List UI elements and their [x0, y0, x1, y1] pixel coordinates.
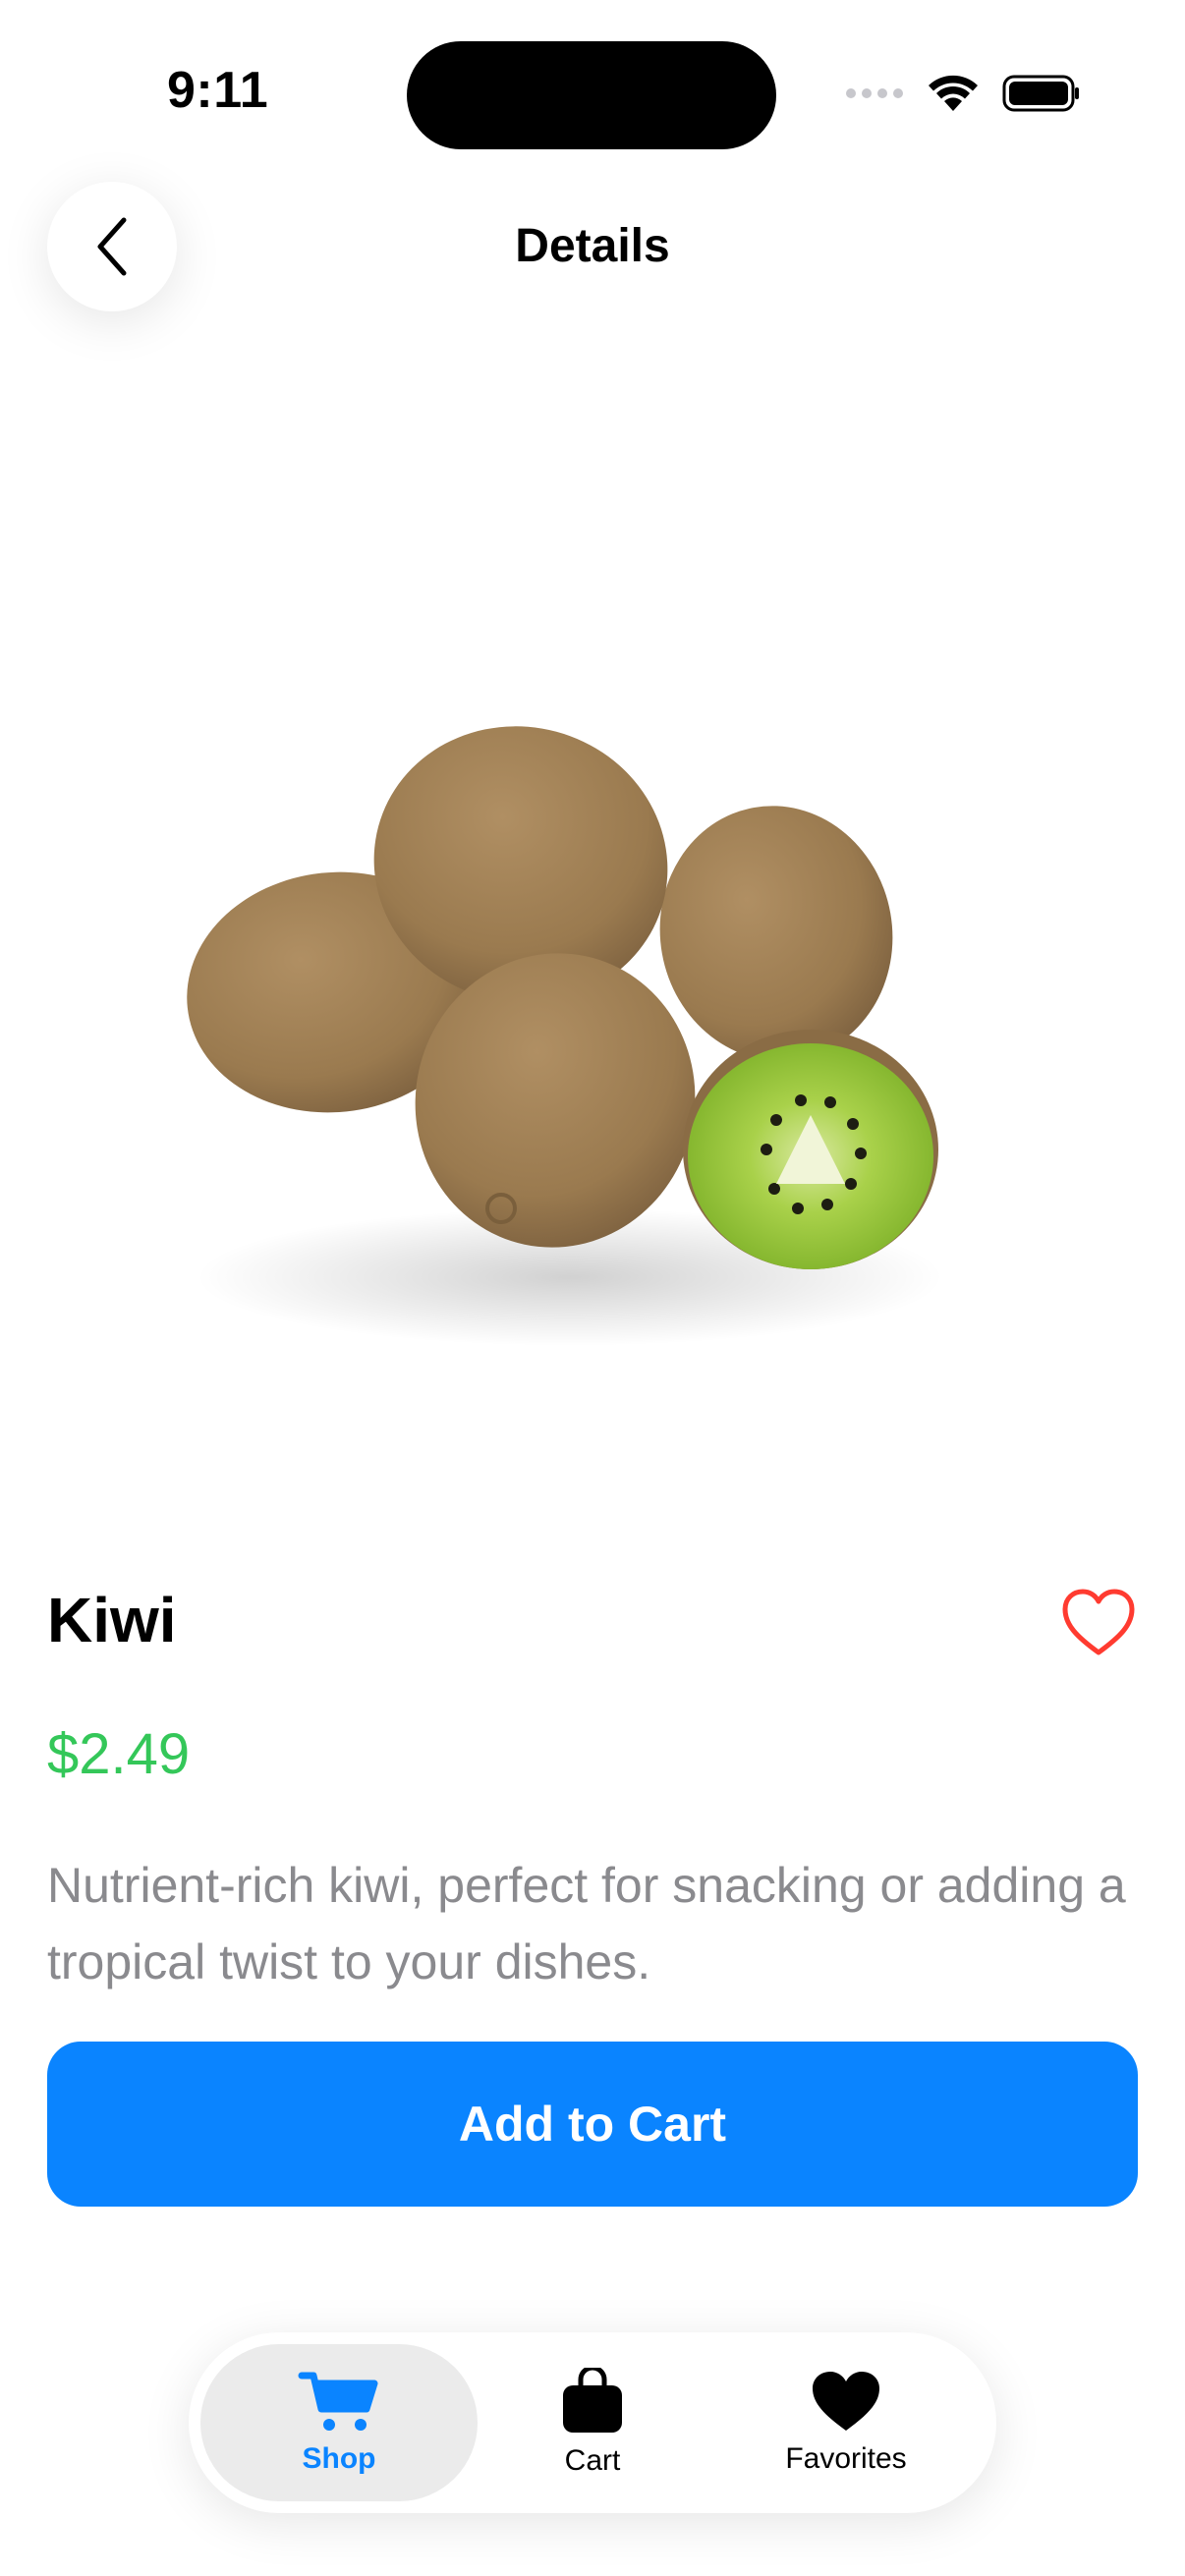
wifi-icon [929, 75, 978, 111]
product-price: $2.49 [47, 1722, 191, 1786]
kiwi-fruit-image [187, 726, 943, 1346]
tab-cart[interactable]: Cart [454, 2344, 731, 2501]
tab-shop[interactable]: Shop [200, 2344, 478, 2501]
status-indicators [845, 69, 1081, 118]
tab-label-shop: Shop [302, 2442, 376, 2475]
product-name: Kiwi [47, 1585, 177, 1655]
favorite-button[interactable] [1059, 1584, 1138, 1662]
battery-icon [1002, 75, 1079, 112]
tab-bar: Shop Cart Favorites [189, 2332, 996, 2513]
status-bar: 9:11 [0, 0, 1185, 187]
cart-icon [298, 2372, 378, 2431]
dynamic-island [407, 41, 776, 149]
cellular-signal-icon [846, 88, 903, 98]
tab-label-favorites: Favorites [785, 2442, 907, 2475]
heart-outline-icon [1062, 1589, 1135, 1655]
product-description: Nutrient-rich kiwi, perfect for snacking… [47, 1858, 1126, 1989]
tab-favorites[interactable]: Favorites [707, 2344, 985, 2501]
navigation-header: Details [0, 182, 1185, 319]
tab-label-cart: Cart [564, 2444, 621, 2477]
page-title: Details [515, 220, 670, 272]
status-time: 9:11 [167, 62, 269, 119]
heart-icon [813, 2372, 879, 2431]
bag-icon [563, 2368, 622, 2433]
add-to-cart-button[interactable]: Add to Cart [47, 2042, 1138, 2207]
